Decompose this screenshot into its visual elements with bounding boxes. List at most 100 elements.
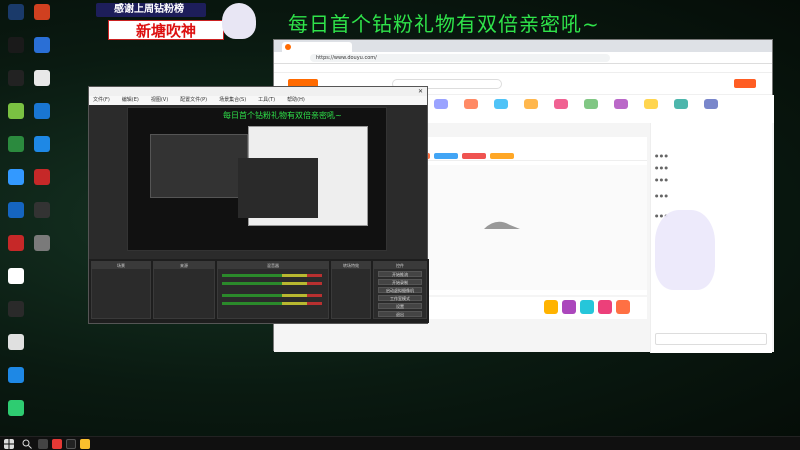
- app-icon: [34, 70, 50, 86]
- mixer-dock-title: 混音器: [218, 262, 328, 269]
- app-icon: [8, 400, 24, 416]
- shark-fin-icon: [484, 221, 520, 229]
- obs-window[interactable]: ✕ 文件(F) 编辑(E) 视图(V) 配置文件(P) 场景集合(S) 工具(T) 帮助(H…: [88, 86, 429, 324]
- browser-tab[interactable]: [282, 42, 352, 52]
- app-icon[interactable]: [52, 439, 62, 449]
- app-icon: [8, 70, 24, 86]
- desktop-icon-label: [27, 88, 57, 100]
- desktop-icon[interactable]: [27, 169, 57, 203]
- desktop-icon-label: [1, 385, 31, 397]
- desktop-icon[interactable]: [27, 235, 57, 269]
- desktop-icon[interactable]: [1, 367, 31, 401]
- desktop-icon[interactable]: [27, 103, 57, 137]
- bookmarks-bar[interactable]: [274, 64, 772, 73]
- obs-menu-item[interactable]: 场景集合(S): [219, 97, 246, 103]
- desktop-icon[interactable]: [1, 400, 31, 434]
- desktop-icon-label: [27, 121, 57, 133]
- gift-icon[interactable]: [580, 300, 594, 314]
- app-icon: [34, 4, 50, 20]
- room-tag[interactable]: [434, 153, 458, 159]
- obs-menu-item[interactable]: 帮助(H): [287, 97, 305, 103]
- obs-preview[interactable]: 每日首个钻粉礼物有双倍亲密吼~: [127, 107, 387, 251]
- gift-icon[interactable]: [616, 300, 630, 314]
- overlay-headline: 每日首个钻粉礼物有双倍亲密吼~: [288, 12, 600, 36]
- gift-icon[interactable]: [598, 300, 612, 314]
- transitions-dock[interactable]: 转场特效: [331, 261, 371, 319]
- taskbar: [0, 436, 800, 450]
- desktop-icon-label: [27, 187, 57, 199]
- obs-taskbar-icon[interactable]: [66, 439, 76, 449]
- obs-control-button[interactable]: 开始推流: [378, 271, 422, 277]
- controls-dock[interactable]: 控件 开始推流开始录制启动虚拟摄像机 工作室模式设置退出: [373, 261, 427, 319]
- obs-control-button[interactable]: 启动虚拟摄像机: [378, 287, 422, 293]
- category-icon[interactable]: [614, 99, 628, 109]
- desktop-icon[interactable]: [27, 136, 57, 170]
- obs-control-button[interactable]: 设置: [378, 303, 422, 309]
- app-icon: [8, 202, 24, 218]
- transitions-dock-title: 转场特效: [332, 262, 370, 269]
- desktop-icon-label: [1, 418, 31, 430]
- desktop-icon[interactable]: [1, 334, 31, 368]
- app-icon: [8, 4, 24, 20]
- task-view-icon[interactable]: [38, 439, 48, 449]
- gift-icon[interactable]: [562, 300, 576, 314]
- chrome-taskbar-icon[interactable]: [80, 439, 90, 449]
- app-icon: [34, 136, 50, 152]
- obs-control-button[interactable]: 退出: [378, 311, 422, 317]
- audio-meter: [222, 274, 322, 277]
- app-icon: [8, 103, 24, 119]
- chat-input[interactable]: [655, 333, 767, 345]
- scenes-dock[interactable]: 场景: [91, 261, 151, 319]
- mixer-dock[interactable]: 混音器: [217, 261, 329, 319]
- category-icon[interactable]: [584, 99, 598, 109]
- sources-dock-title: 来源: [154, 262, 214, 269]
- obs-menu-item[interactable]: 编辑(E): [122, 97, 139, 103]
- category-icon[interactable]: [644, 99, 658, 109]
- app-icon: [34, 37, 50, 53]
- sources-dock[interactable]: 来源: [153, 261, 215, 319]
- desktop-icon[interactable]: [27, 4, 57, 38]
- obs-menu-item[interactable]: 配置文件(P): [180, 97, 207, 103]
- category-icon[interactable]: [554, 99, 568, 109]
- room-tag[interactable]: [490, 153, 514, 159]
- desktop-icon[interactable]: [27, 202, 57, 236]
- desktop-icon[interactable]: [27, 70, 57, 104]
- desktop-icon-label: [27, 154, 57, 166]
- obs-menu-item[interactable]: 文件(F): [93, 97, 110, 103]
- obs-control-button[interactable]: 开始录制: [378, 279, 422, 285]
- obs-menu-item[interactable]: 工具(T): [258, 97, 275, 103]
- obs-menu-item[interactable]: 视图(V): [151, 97, 168, 103]
- desktop-icon-label: [27, 220, 57, 232]
- controls-dock-title: 控件: [374, 262, 426, 269]
- category-icon[interactable]: [524, 99, 538, 109]
- category-icon[interactable]: [464, 99, 478, 109]
- category-icon[interactable]: [434, 99, 448, 109]
- category-icon[interactable]: [674, 99, 688, 109]
- room-tag[interactable]: [462, 153, 486, 159]
- search-icon[interactable]: [21, 438, 33, 450]
- desktop-icon[interactable]: [1, 301, 31, 335]
- pc-client-button[interactable]: [734, 79, 756, 88]
- category-icon[interactable]: [494, 99, 508, 109]
- category-icon[interactable]: [704, 99, 718, 109]
- stream-banner: 感谢上周钻粉榜 新塘吹神: [94, 3, 256, 41]
- desktop-icon-label: [1, 319, 31, 331]
- address-bar[interactable]: https://www.douyu.com/: [310, 54, 610, 62]
- chat-message: ● ● ●: [655, 193, 669, 198]
- banner-top-text: 感谢上周钻粉榜: [96, 3, 206, 17]
- audio-meter: [222, 294, 322, 297]
- preview-obs-capture: [150, 134, 248, 198]
- app-icon: [8, 235, 24, 251]
- audio-meter: [222, 302, 322, 305]
- obs-menu-bar: 文件(F) 编辑(E) 视图(V) 配置文件(P) 场景集合(S) 工具(T) 帮助(H): [89, 96, 427, 105]
- app-icon: [8, 136, 24, 152]
- gift-icon[interactable]: [544, 300, 558, 314]
- close-icon[interactable]: ✕: [418, 87, 423, 96]
- desktop-icon[interactable]: [27, 37, 57, 71]
- desktop-icon[interactable]: [1, 268, 31, 302]
- obs-control-button[interactable]: 工作室模式: [378, 295, 422, 301]
- app-icon: [8, 367, 24, 383]
- app-icon: [34, 202, 50, 218]
- windows-start-icon[interactable]: [4, 439, 14, 449]
- douyu-favicon-icon: [285, 44, 291, 50]
